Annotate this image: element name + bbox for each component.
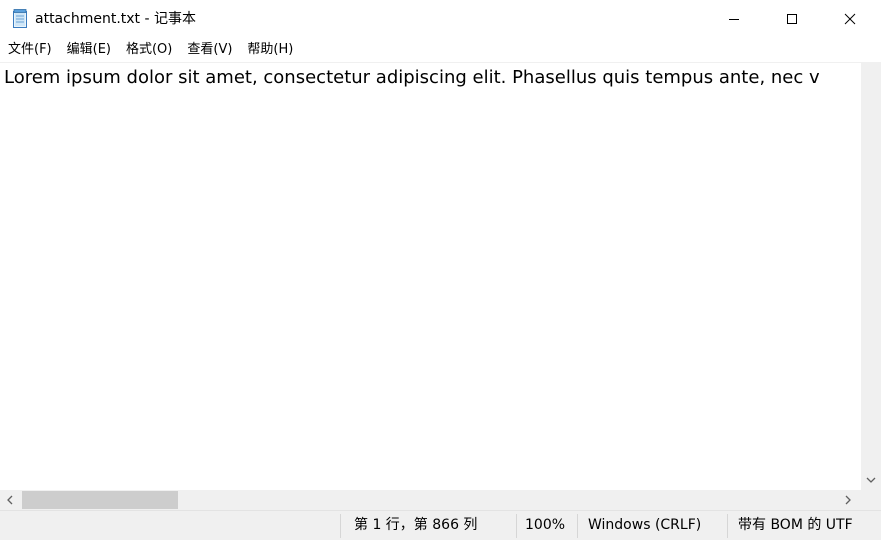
close-button[interactable]: [821, 0, 879, 38]
text-editor[interactable]: Lorem ipsum dolor sit amet, consectetur …: [0, 62, 861, 491]
status-zoom: 100%: [525, 517, 566, 533]
status-divider: [727, 514, 728, 538]
title-bar: attachment.txt - 记事本: [0, 0, 881, 38]
maximize-button[interactable]: [763, 0, 821, 38]
scroll-down-icon[interactable]: [861, 470, 881, 490]
menu-edit[interactable]: 编辑(E): [59, 40, 118, 60]
scrollbar-corner: [861, 490, 881, 510]
editor-text[interactable]: Lorem ipsum dolor sit amet, consectetur …: [4, 66, 820, 90]
window-title: attachment.txt - 记事本: [35, 11, 196, 27]
horizontal-scroll-thumb[interactable]: [22, 491, 178, 509]
status-cursor-position: 第 1 行，第 866 列: [354, 517, 478, 533]
status-encoding: 带有 BOM 的 UTF: [738, 517, 853, 533]
notepad-window: attachment.txt - 记事本 文件(F) 编辑(E) 格式(O) 查…: [0, 0, 881, 540]
status-line-ending: Windows (CRLF): [588, 517, 702, 533]
status-divider: [516, 514, 517, 538]
menu-help[interactable]: 帮助(H): [239, 40, 300, 60]
status-divider: [577, 514, 578, 538]
menu-format[interactable]: 格式(O): [118, 40, 179, 60]
menu-bar: 文件(F) 编辑(E) 格式(O) 查看(V) 帮助(H): [0, 38, 881, 62]
close-icon: [844, 13, 856, 25]
vertical-scrollbar[interactable]: [861, 62, 881, 490]
status-bar: 第 1 行，第 866 列 100% Windows (CRLF) 带有 BOM…: [0, 510, 881, 540]
status-divider: [340, 514, 341, 538]
minimize-icon: [728, 13, 740, 25]
scroll-right-icon[interactable]: [838, 490, 858, 510]
menu-view[interactable]: 查看(V): [179, 40, 239, 60]
maximize-icon: [786, 13, 798, 25]
minimize-button[interactable]: [705, 0, 763, 38]
horizontal-scrollbar[interactable]: [0, 490, 861, 510]
menu-file[interactable]: 文件(F): [0, 40, 59, 60]
notepad-icon: [12, 9, 30, 29]
scroll-left-icon[interactable]: [0, 490, 20, 510]
